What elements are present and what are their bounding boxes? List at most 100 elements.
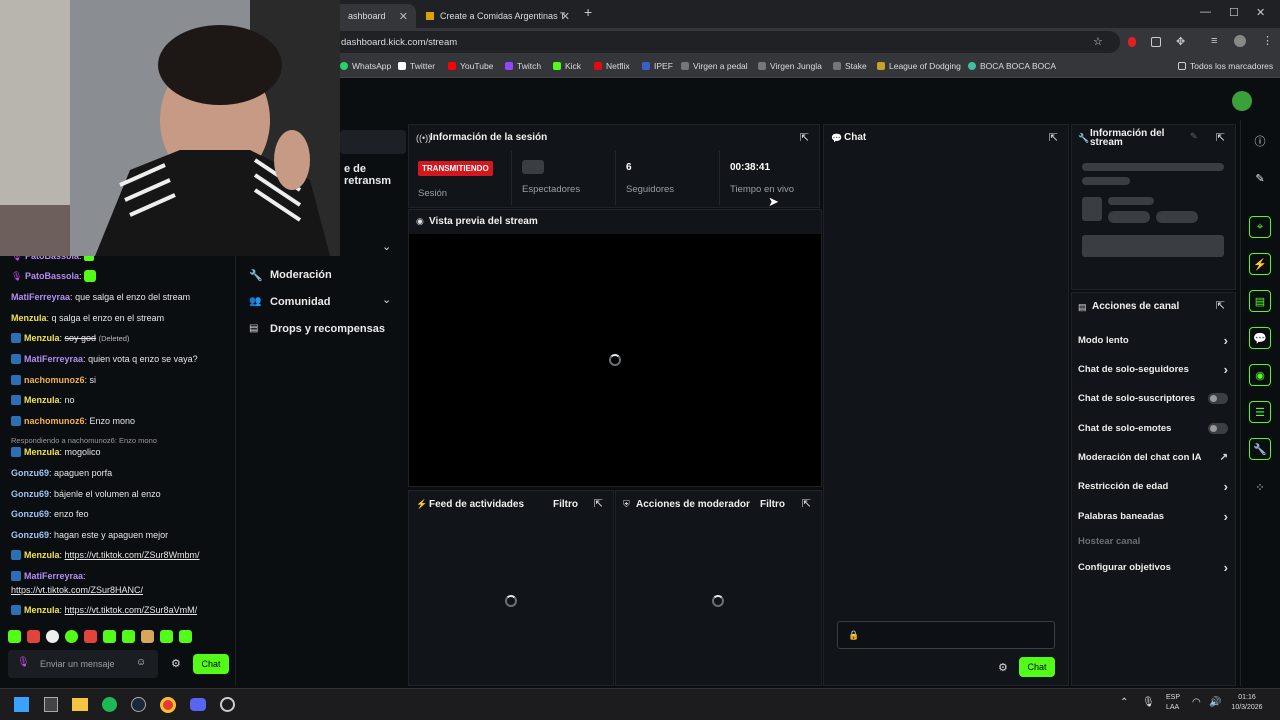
chat-icon[interactable]: 💬 [1249,327,1271,349]
all-bookmarks-folder[interactable]: Todos los marcadores [1178,61,1273,71]
emote-icon[interactable] [122,630,135,643]
emoji-icon[interactable]: ☺ [136,657,146,668]
bookmark-item[interactable]: Virgen a pedal [681,61,748,71]
close-tab-icon[interactable]: ✕ [399,10,408,23]
menu-dots-icon[interactable]: ⋮ [1262,34,1273,47]
user-avatar[interactable] [1232,91,1252,111]
bolt-icon[interactable]: ⚡ [1249,253,1271,275]
sidebar-item-highlight[interactable] [340,130,406,154]
chat-panel-input[interactable]: 🔒 [837,621,1055,649]
new-tab-button[interactable]: + [584,4,592,20]
toggle-switch[interactable] [1208,423,1228,434]
emote-icon[interactable] [141,630,154,643]
popout-icon[interactable]: ⇱ [802,497,811,510]
emote-icon[interactable] [160,630,173,643]
toggle-switch[interactable] [1208,393,1228,404]
extension-icon[interactable] [1128,37,1136,47]
chat-send-button[interactable]: Chat [193,654,229,674]
file-explorer-icon[interactable] [72,698,88,711]
tab-dashboard[interactable]: ashboard ✕ [330,4,416,28]
media-icon[interactable]: ≡ [1211,35,1217,47]
filter-button[interactable]: Filtro [553,499,578,510]
close-window-icon[interactable]: ✕ [1256,6,1265,19]
popout-icon[interactable]: ⇱ [1049,131,1058,144]
microphone-icon[interactable]: 🎙 [1142,697,1155,708]
chevron-down-icon[interactable]: ⌄ [382,293,391,306]
microphone-icon[interactable]: 🎙 [17,657,30,668]
bookmark-item[interactable]: Twitter [398,61,435,71]
steam-icon[interactable] [131,697,146,712]
popout-icon[interactable]: ⇱ [800,131,809,144]
language-line1[interactable]: ESP [1166,694,1180,701]
sidebar-item-moderacion[interactable]: Moderación [270,269,332,281]
maximize-icon[interactable]: ☐ [1229,6,1239,19]
sidebar-item-drops[interactable]: Drops y recompensas [270,323,385,335]
puzzle-icon[interactable]: ✥ [1176,35,1185,48]
minimize-icon[interactable]: — [1200,6,1211,18]
action-moderacion-ia[interactable]: Moderación del chat con IA ↗ [1078,452,1228,463]
chrome-icon[interactable] [160,697,176,713]
action-restriccion-edad[interactable]: Restricción de edad › [1078,479,1228,494]
extension-icon[interactable] [1151,37,1161,47]
popout-icon[interactable]: ⇱ [1216,131,1225,144]
tab-comidas[interactable]: Create a Comidas Argentinas T ✕ [418,4,578,28]
obs-icon[interactable] [220,697,235,712]
action-modo-lento[interactable]: Modo lento › [1078,333,1228,348]
popout-icon[interactable]: ⇱ [1216,299,1225,312]
action-configurar-objetivos[interactable]: Configurar objetivos › [1078,560,1228,575]
chat-link[interactable]: https://vt.tiktok.com/ZSur8Wmbm/ [65,550,200,560]
action-solo-emotes[interactable]: Chat de solo-emotes [1078,423,1228,434]
wrench-icon[interactable]: 🔧 [1249,438,1271,460]
action-solo-suscriptores[interactable]: Chat de solo-suscriptores [1078,393,1228,404]
profile-avatar[interactable] [1234,35,1246,47]
emote-icon[interactable] [46,630,59,643]
bookmark-item[interactable]: Virgen Jungla [758,61,822,71]
edit-icon[interactable]: ✎ [1249,167,1271,189]
bookmark-item[interactable]: YouTube [448,61,493,71]
app-icon[interactable] [44,697,58,712]
bookmark-item[interactable]: WhatsApp [340,61,391,71]
wifi-icon[interactable]: ◠ [1192,697,1201,708]
document-icon[interactable]: ▤ [1249,290,1271,312]
clock-time[interactable]: 01:16 [1221,694,1273,701]
broadcast-icon[interactable]: ◉ [1249,364,1271,386]
clock-date[interactable]: 10/3/2026 [1221,704,1273,711]
close-tab-icon[interactable]: ✕ [561,10,570,23]
spotify-icon[interactable] [102,697,117,712]
chat-link[interactable]: https://vt.tiktok.com/ZSur8aVmM/ [65,605,198,615]
bookmark-item[interactable]: League of Dodging [877,61,961,71]
emote-icon[interactable] [65,630,78,643]
chat-link[interactable]: https://vt.tiktok.com/ZSur8HANC/ [11,584,143,596]
bookmark-item[interactable]: Netflix [594,61,630,71]
language-line2[interactable]: LAA [1166,704,1179,711]
settings-gear-icon[interactable]: ⚙ [998,661,1008,674]
bookmark-item[interactable]: Kick [553,61,581,71]
action-solo-seguidores[interactable]: Chat de solo-seguidores › [1078,362,1228,377]
bookmark-item[interactable]: IPEF [642,61,673,71]
chat-input[interactable]: 🎙 Enviar un mensaje ☺ [8,650,158,678]
bookmark-item[interactable]: Stake [833,61,867,71]
emote-icon[interactable] [27,630,40,643]
bookmark-item[interactable]: Twitch [505,61,541,71]
settings-gear-icon[interactable]: ⚙ [171,657,181,670]
emote-icon[interactable] [84,630,97,643]
filter-button[interactable]: Filtro [760,499,785,510]
emote-icon[interactable] [179,630,192,643]
info-icon[interactable]: ⓘ [1249,130,1271,152]
target-icon[interactable]: ⌖ [1249,216,1271,238]
action-palabras-baneadas[interactable]: Palabras baneadas › [1078,509,1228,524]
users-icon[interactable]: ⁘ [1249,476,1271,498]
sidebar-item-partial[interactable]: e de retransm [344,163,406,187]
emote-icon[interactable] [103,630,116,643]
edit-pencil-icon[interactable]: ✎ [1190,131,1198,142]
emote-icon[interactable] [8,630,21,643]
chat-send-button[interactable]: Chat [1019,657,1055,677]
bookmark-star-icon[interactable]: ☆ [1093,35,1103,48]
popout-icon[interactable]: ⇱ [594,497,603,510]
sidebar-item-comunidad[interactable]: Comunidad [270,296,331,308]
url-field[interactable]: dashboard.kick.com/stream [330,31,1120,53]
chevron-up-icon[interactable]: ⌃ [1120,697,1128,708]
volume-icon[interactable]: 🔊 [1209,697,1221,708]
discord-icon[interactable] [190,698,206,711]
chevron-down-icon[interactable]: ⌄ [382,240,391,253]
